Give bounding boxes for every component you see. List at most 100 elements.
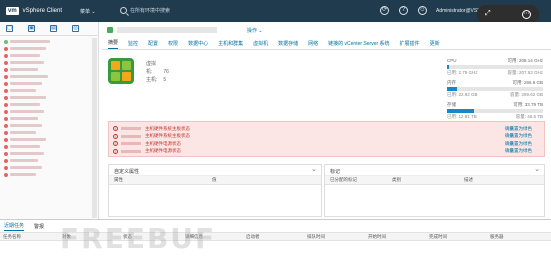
alarm-row: ! 主机硬件电源状态 确认 重置为绿色: [113, 148, 540, 156]
host-icon: [4, 95, 8, 100]
navigator-scrollbar[interactable]: [92, 38, 97, 218]
tree-item[interactable]: [4, 150, 94, 157]
host-name-redacted: [121, 149, 141, 153]
object-header: 操作 ⌄: [102, 22, 551, 38]
column-category[interactable]: 类别: [392, 177, 464, 183]
column-queued-for[interactable]: 排队时间: [307, 234, 325, 240]
help-icon[interactable]: ?: [399, 6, 408, 15]
tree-item[interactable]: [4, 73, 94, 80]
reset-green-link[interactable]: 重置为绿色: [510, 141, 533, 147]
vcenter-icon: [107, 27, 113, 33]
tree-item[interactable]: [4, 87, 94, 94]
tree-item[interactable]: [4, 80, 94, 87]
tab-vms[interactable]: 虚拟机: [253, 40, 268, 49]
tab-monitor[interactable]: 监控: [128, 40, 138, 49]
tree-item[interactable]: [4, 45, 94, 52]
networking-icon[interactable]: ◎: [72, 25, 79, 32]
reset-green-link[interactable]: 重置为绿色: [510, 148, 533, 154]
vms-templates-icon[interactable]: ▣: [28, 25, 35, 32]
tree-item[interactable]: [4, 122, 94, 129]
host-name-redacted: [121, 134, 141, 138]
reset-green-link[interactable]: 重置为绿色: [510, 133, 533, 139]
host-icon: [4, 88, 8, 93]
fullscreen-overlay[interactable]: ⤢ ⋯: [477, 5, 539, 23]
tree-item[interactable]: [4, 115, 94, 122]
host-icon: [4, 172, 8, 177]
tree-item[interactable]: [4, 59, 94, 66]
host-name-redacted: [121, 142, 141, 146]
top-header: vm vSphere Client 菜单 ⌄ 在所有环境中搜索 ⟳ ? ☺ Ad…: [0, 0, 551, 23]
tree-item[interactable]: [4, 136, 94, 143]
column-completion-time[interactable]: 完成时间: [429, 234, 447, 240]
tree-item[interactable]: [4, 101, 94, 108]
alarm-message: 主机硬件电源状态: [145, 148, 181, 154]
host-icon: [4, 81, 8, 86]
tab-hosts-clusters[interactable]: 主机和群集: [218, 40, 243, 49]
tab-configure[interactable]: 配置: [148, 40, 158, 49]
memory-label: 内存: [447, 80, 456, 85]
tab-extensions[interactable]: 扩展插件: [400, 40, 420, 49]
reset-green-link[interactable]: 重置为绿色: [510, 126, 533, 132]
main-menu-button[interactable]: 菜单 ⌄: [80, 8, 96, 15]
tree-item[interactable]: [4, 38, 94, 45]
expand-icon[interactable]: ⤢: [485, 10, 491, 18]
vcenter-logo-icon: [108, 58, 134, 84]
tree-item[interactable]: [4, 164, 94, 171]
hosts-clusters-icon[interactable]: ▢: [6, 25, 13, 32]
storage-icon[interactable]: ▤: [50, 25, 57, 32]
column-description[interactable]: 描述: [464, 177, 473, 183]
column-task-name[interactable]: 任务名称: [3, 234, 21, 240]
tree-item[interactable]: [4, 52, 94, 59]
refresh-icon[interactable]: ⟳: [380, 6, 389, 15]
actions-menu[interactable]: 操作 ⌄: [247, 27, 263, 34]
global-search[interactable]: 在所有环境中搜索: [120, 7, 170, 14]
panel-title[interactable]: 自定义属性: [109, 165, 321, 176]
column-attribute[interactable]: 属性: [114, 177, 212, 183]
tree-item[interactable]: [4, 94, 94, 101]
storage-usage-bar: [447, 109, 474, 113]
tree-item[interactable]: [4, 66, 94, 73]
tab-permissions[interactable]: 权限: [168, 40, 178, 49]
host-icon: [4, 53, 8, 58]
tab-alarms[interactable]: 警报: [34, 223, 44, 230]
tree-item[interactable]: [4, 171, 94, 178]
summary-section: 虚拟机: 76 主机: 5 CPU 可用: 208.14 GHz 已用: 2.79…: [102, 50, 551, 119]
cpu-label: CPU: [447, 58, 457, 63]
host-count-label: 主机:: [146, 77, 158, 83]
tab-recent-tasks[interactable]: 近期任务: [4, 222, 25, 231]
watermark: FREEBUF: [60, 222, 217, 255]
error-icon: !: [113, 148, 118, 154]
tab-linked-vcenter[interactable]: 链接的 vCenter Server 系统: [328, 40, 389, 49]
search-icon: [120, 7, 127, 14]
tags-panel: 标记 已分配的标记 类别 描述: [324, 164, 545, 217]
host-icon: [4, 130, 8, 135]
tree-item[interactable]: [4, 129, 94, 136]
memory-capacity: 容量: 289.62 GB: [509, 92, 543, 97]
tree-item[interactable]: [4, 143, 94, 150]
column-assigned-tag[interactable]: 已分配的标记: [330, 177, 392, 183]
host-icon: [4, 144, 8, 149]
tree-item[interactable]: [4, 157, 94, 164]
alarm-row: ! 主机硬件系统主板状态 确认 重置为绿色: [113, 133, 540, 141]
user-icon[interactable]: ☺: [418, 6, 427, 15]
tab-networks[interactable]: 网络: [308, 40, 318, 49]
column-start-time[interactable]: 开始时间: [368, 234, 386, 240]
more-icon[interactable]: ⋯: [522, 9, 531, 19]
panel-title[interactable]: 标记: [325, 165, 544, 176]
storage-free: 可用: 33.79 TB: [513, 102, 543, 107]
column-initiator[interactable]: 启动者: [246, 234, 260, 240]
cpu-usage-bar: [447, 65, 449, 69]
storage-label: 存储: [447, 102, 456, 107]
tab-summary[interactable]: 摘要: [108, 39, 119, 49]
search-input[interactable]: 在所有环境中搜索: [130, 7, 170, 14]
tab-updates[interactable]: 更新: [430, 40, 440, 49]
tab-datastores[interactable]: 数据存储: [278, 40, 298, 49]
host-icon: [4, 165, 8, 170]
tree-item[interactable]: [4, 108, 94, 115]
host-icon: [4, 46, 8, 51]
column-value[interactable]: 值: [212, 177, 217, 183]
alarm-row: ! 主机硬件系统主板状态 确认 重置为绿色: [113, 125, 540, 133]
column-server[interactable]: 服务器: [490, 234, 504, 240]
tab-datacenters[interactable]: 数据中心: [188, 40, 208, 49]
host-icon: [4, 109, 8, 114]
